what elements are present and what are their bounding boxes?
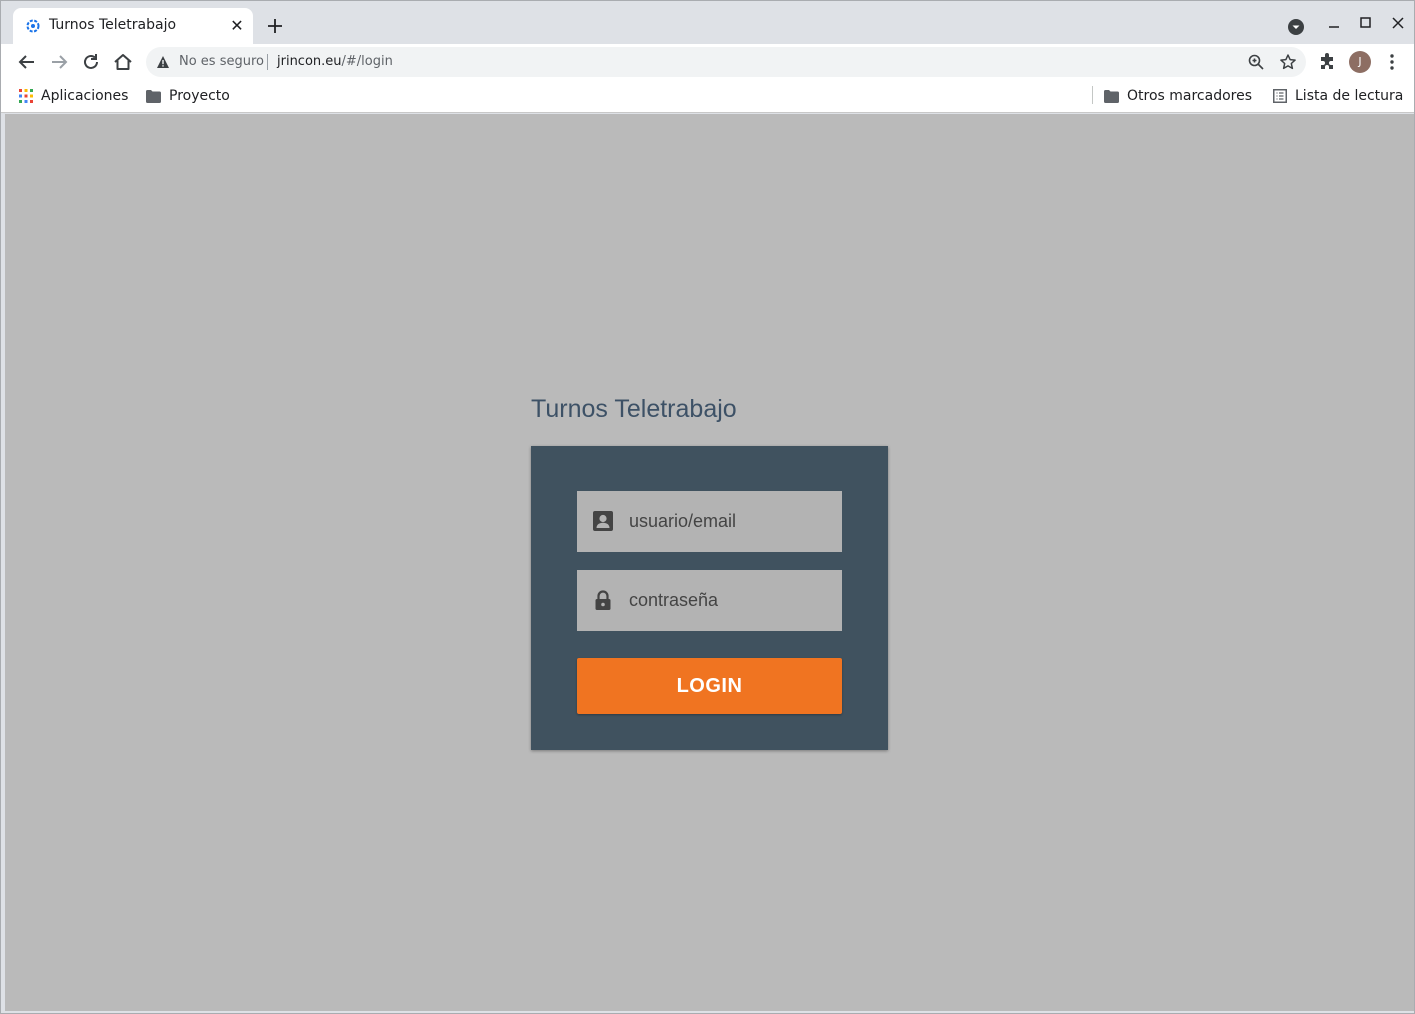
account-box-icon xyxy=(593,511,613,531)
username-input[interactable] xyxy=(629,491,834,552)
star-icon[interactable] xyxy=(1279,53,1297,71)
new-tab-plus-icon[interactable] xyxy=(264,15,286,37)
url-text[interactable]: jrincon.eu/#/login xyxy=(277,54,393,69)
username-field[interactable] xyxy=(577,491,842,552)
browser-tab[interactable]: Turnos Teletrabajo ✕ xyxy=(13,8,253,44)
address-bar[interactable]: No es seguro jrincon.eu/#/login xyxy=(146,47,1306,77)
security-label[interactable]: No es seguro xyxy=(179,54,264,69)
tab-close-icon[interactable]: ✕ xyxy=(228,17,246,35)
folder-icon xyxy=(146,89,161,103)
apps-grid-icon xyxy=(19,89,33,103)
omnibox-divider xyxy=(267,54,268,70)
bookmark-label: Proyecto xyxy=(169,88,230,104)
reload-icon[interactable] xyxy=(79,50,103,74)
zoom-icon[interactable] xyxy=(1247,53,1265,71)
login-button[interactable]: LOGIN xyxy=(577,658,842,714)
tab-strip: Turnos Teletrabajo ✕ xyxy=(1,1,1414,44)
page-viewport: Turnos Teletrabajo LOGIN xyxy=(5,114,1414,1011)
forward-arrow-icon[interactable] xyxy=(47,50,71,74)
bookmark-lista-de-lectura[interactable]: Lista de lectura xyxy=(1273,86,1403,106)
profile-avatar[interactable]: J xyxy=(1349,51,1371,73)
url-host: jrincon.eu xyxy=(277,54,342,69)
back-arrow-icon[interactable] xyxy=(15,50,39,74)
bookmark-proyecto[interactable]: Proyecto xyxy=(146,86,230,106)
warning-triangle-icon[interactable] xyxy=(156,55,170,69)
password-field[interactable] xyxy=(577,570,842,631)
page-title: Turnos Teletrabajo xyxy=(531,395,737,423)
folder-icon xyxy=(1104,89,1119,103)
bookmark-label: Aplicaciones xyxy=(41,88,129,104)
menu-kebab-icon[interactable] xyxy=(1380,50,1404,74)
bookmarks-bar: Aplicaciones Proyecto Otros marcadores L… xyxy=(1,80,1414,113)
bookmarks-separator xyxy=(1092,86,1093,104)
bookmark-otros-marcadores[interactable]: Otros marcadores xyxy=(1104,86,1252,106)
bookmark-label: Otros marcadores xyxy=(1127,88,1253,104)
url-path: /#/login xyxy=(341,54,393,69)
bookmark-aplicaciones[interactable]: Aplicaciones xyxy=(19,86,128,106)
maximize-icon[interactable] xyxy=(1356,13,1376,33)
bookmark-label: Lista de lectura xyxy=(1295,88,1404,104)
close-window-icon[interactable] xyxy=(1388,13,1408,33)
reading-list-icon xyxy=(1273,89,1287,103)
tab-title: Turnos Teletrabajo xyxy=(49,17,177,33)
home-icon[interactable] xyxy=(111,50,135,74)
minimize-icon[interactable] xyxy=(1324,13,1344,33)
tab-search-icon[interactable] xyxy=(1286,17,1306,37)
lock-icon xyxy=(595,590,611,610)
browser-window: Turnos Teletrabajo ✕ No es seguro jrinco… xyxy=(0,0,1415,1014)
password-input[interactable] xyxy=(629,570,834,631)
login-card: LOGIN xyxy=(531,446,888,750)
extensions-icon[interactable] xyxy=(1316,50,1340,74)
gear-favicon-icon xyxy=(26,19,40,33)
browser-toolbar: No es seguro jrincon.eu/#/login J xyxy=(1,44,1414,80)
